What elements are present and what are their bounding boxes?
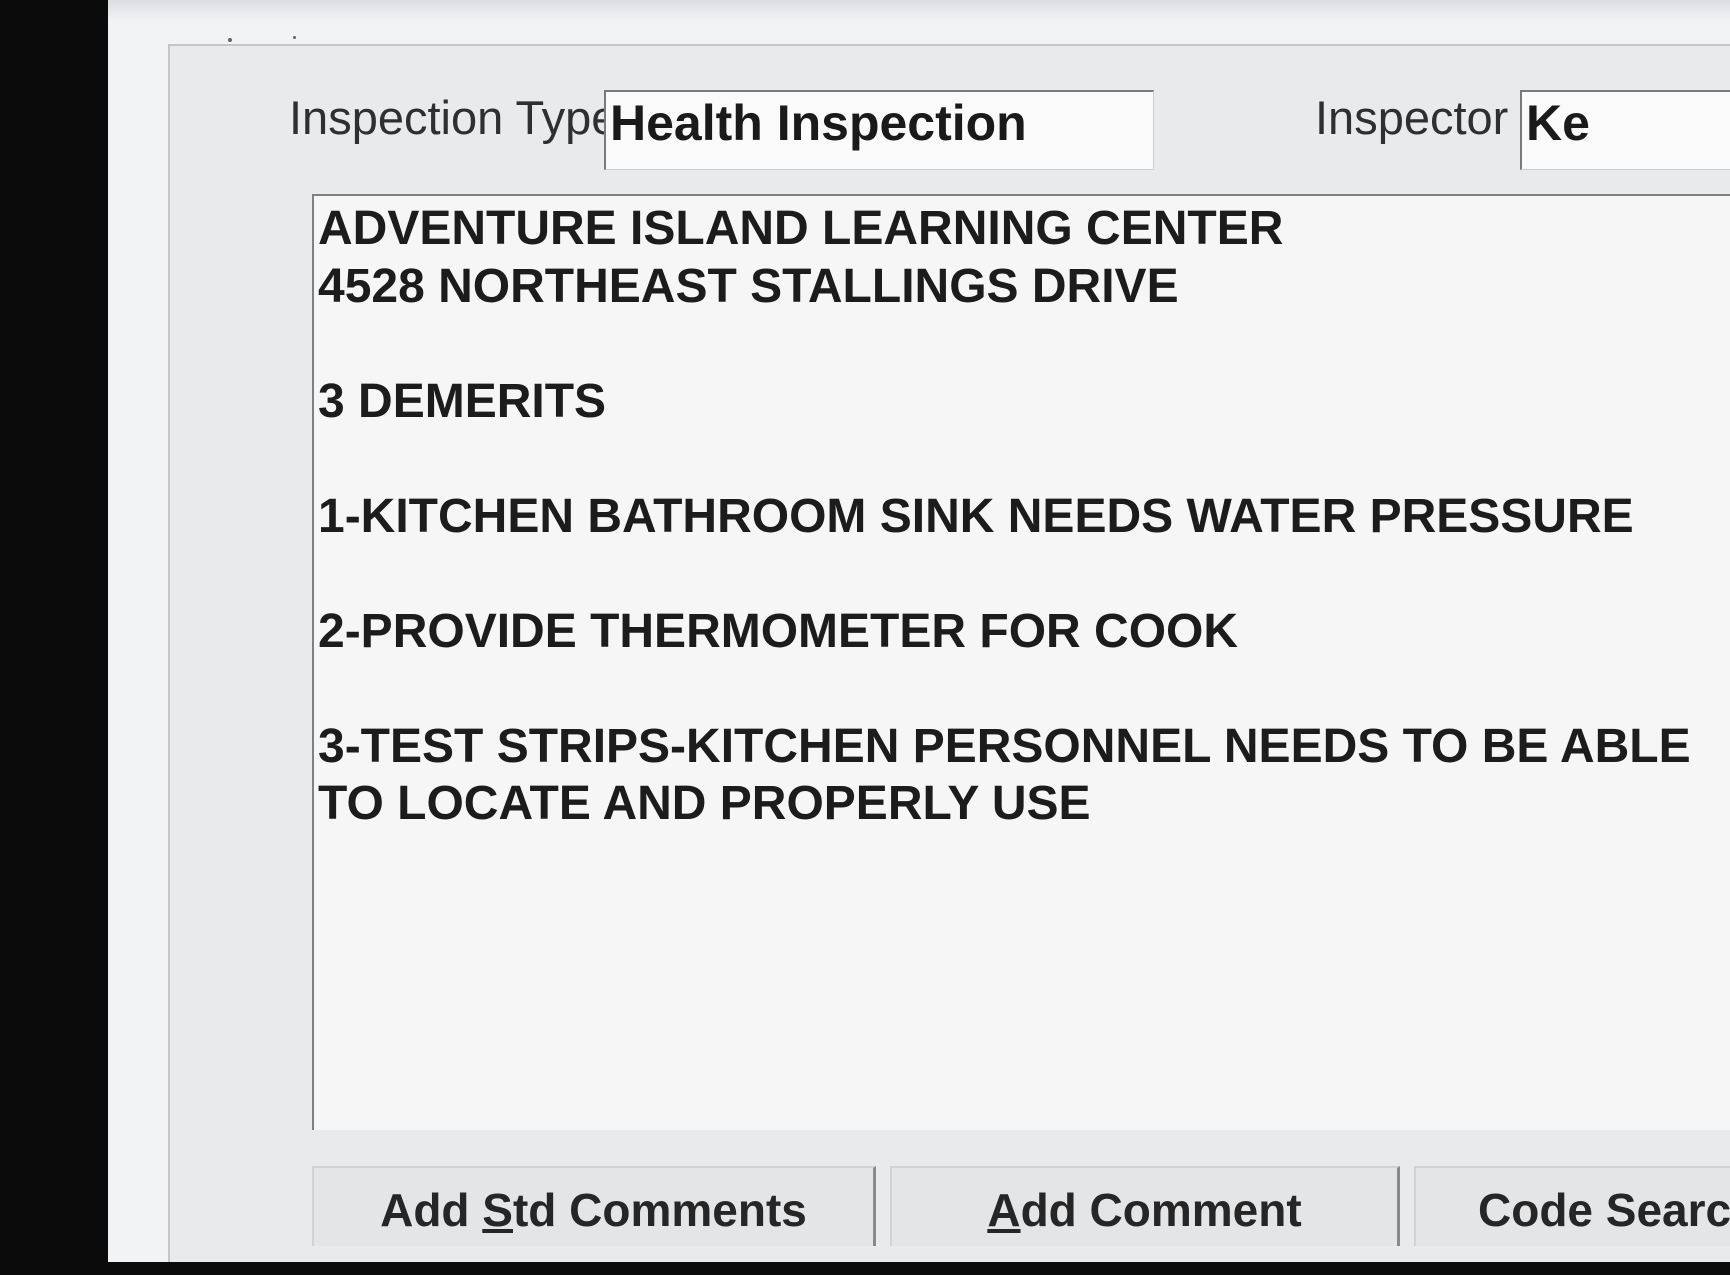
add-comment-label-suffix: dd Comment	[1020, 1184, 1302, 1236]
inspector-field[interactable]: Ke	[1520, 90, 1730, 170]
add-std-comments-label-suffix: td Comments	[512, 1184, 807, 1236]
add-comment-mnemonic: A	[987, 1184, 1021, 1236]
comments-textarea[interactable]: ADVENTURE ISLAND LEARNING CENTER 4528 NO…	[312, 194, 1730, 1130]
code-search-label: Code Search Li	[1478, 1184, 1730, 1236]
code-search-button[interactable]: Code Search Li	[1414, 1166, 1730, 1246]
scan-speck	[293, 36, 296, 39]
scanned-page: Inspection Type Health Inspection Inspec…	[108, 0, 1730, 1262]
add-std-comments-label-prefix: Add	[380, 1184, 483, 1236]
inspection-type-field[interactable]: Health Inspection	[604, 90, 1154, 170]
inspector-label: Inspector	[1315, 91, 1509, 144]
inspection-type-value: Health Inspection	[610, 95, 1027, 151]
inspection-type-label: Inspection Type	[289, 91, 618, 144]
add-std-comments-button[interactable]: Add Std Comments	[312, 1166, 876, 1246]
add-comment-button[interactable]: Add Comment	[890, 1166, 1400, 1246]
inspection-dialog: Inspection Type Health Inspection Inspec…	[168, 44, 1730, 1262]
inspector-value: Ke	[1526, 95, 1590, 151]
scan-speck	[228, 38, 232, 42]
add-std-comments-mnemonic: S	[482, 1184, 513, 1236]
